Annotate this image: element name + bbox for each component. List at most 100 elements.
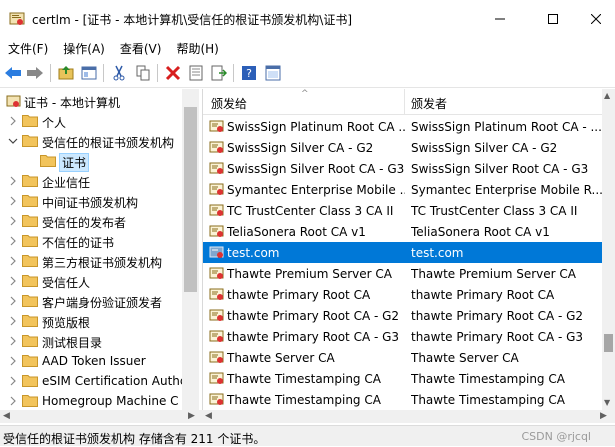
column-divider[interactable]	[404, 89, 405, 115]
tree-item[interactable]: Homegroup Machine C	[0, 391, 181, 410]
scroll-right-arrow-icon[interactable]: ▶	[188, 411, 195, 421]
certificate-row[interactable]: Symantec Enterprise Mobile ... Symantec E…	[203, 179, 603, 200]
forward-arrow-icon	[27, 67, 43, 79]
chevron-right-icon[interactable]	[8, 355, 18, 367]
scroll-right-arrow-icon[interactable]: ▶	[600, 411, 607, 421]
certificate-row[interactable]: SwissSign Platinum Root CA ... SwissSign …	[203, 116, 603, 137]
minimize-button[interactable]	[477, 0, 523, 38]
scroll-left-arrow-icon[interactable]: ◀	[205, 411, 212, 421]
tree-item-label: 测试根目录	[42, 336, 103, 350]
tree-scrollbar-thumb[interactable]	[184, 107, 197, 292]
certificate-icon	[209, 203, 224, 218]
chevron-right-icon[interactable]	[8, 175, 18, 187]
issued-by-cell: Thawte Premium Server CA	[411, 267, 576, 281]
chevron-down-icon[interactable]	[8, 135, 18, 147]
issued-to-cell: Thawte Timestamping CA	[227, 372, 381, 386]
tree-item[interactable]: 证书	[0, 151, 181, 172]
certificate-row[interactable]: SwissSign Silver CA - G2 SwissSign Silver…	[203, 137, 603, 158]
tree-root-label: 证书 - 本地计算机	[24, 96, 120, 110]
certificate-row[interactable]: TeliaSonera Root CA v1 TeliaSonera Root C…	[203, 221, 603, 242]
chevron-right-icon[interactable]	[8, 375, 18, 387]
tree-item[interactable]: AAD Token Issuer	[0, 351, 181, 371]
export-icon	[211, 65, 227, 81]
certificate-row[interactable]: Thawte Server CA Thawte Server CA	[203, 347, 603, 368]
certificate-row[interactable]: thawte Primary Root CA - G3 thawte Primar…	[203, 326, 603, 347]
chevron-right-icon[interactable]	[8, 295, 18, 307]
open-folder-icon	[22, 134, 38, 147]
list-scrollbar[interactable]: ▲ ▼	[602, 89, 615, 410]
certificate-row[interactable]: TC TrustCenter Class 3 CA II TC TrustCent…	[203, 200, 603, 221]
chevron-right-icon[interactable]	[8, 395, 18, 407]
chevron-right-icon[interactable]	[8, 315, 18, 327]
chevron-right-icon[interactable]	[8, 335, 18, 347]
menu-action[interactable]: 操作(A)	[55, 38, 112, 58]
folder-icon	[22, 354, 38, 367]
tree-item[interactable]: 受信任的根证书颁发机构	[0, 131, 181, 151]
list-scrollbar-thumb[interactable]	[604, 334, 613, 352]
horizontal-scrollbar[interactable]: ◀ ▶ ◀ ▶	[0, 410, 615, 423]
chevron-right-icon[interactable]	[8, 195, 18, 207]
console-button[interactable]	[264, 64, 282, 82]
chevron-right-icon[interactable]	[8, 215, 18, 227]
certificate-row[interactable]: test.com test.com	[203, 242, 603, 263]
window-title: certlm - [证书 - 本地计算机\受信任的根证书颁发机构\证书]	[32, 13, 353, 27]
menu-view[interactable]: 查看(V)	[112, 38, 169, 58]
tree-item[interactable]: 受信任的发布者	[0, 211, 181, 231]
delete-button[interactable]	[164, 64, 182, 82]
open-folder-icon	[40, 154, 56, 167]
issued-to-cell: thawte Primary Root CA - G2	[227, 309, 400, 323]
folder-icon	[22, 314, 38, 327]
help-button[interactable]: ?	[240, 64, 258, 82]
certificate-row[interactable]: SwissSign Silver Root CA - G3 SwissSign S…	[203, 158, 603, 179]
tree-item[interactable]: 企业信任	[0, 171, 181, 191]
tree-item[interactable]: 不信任的证书	[0, 231, 181, 251]
scroll-down-arrow-icon[interactable]: ▼	[604, 398, 610, 407]
tree-item[interactable]: eSIM Certification Authc	[0, 371, 186, 391]
issued-by-cell: Thawte Timestamping CA	[411, 393, 565, 407]
tree-root[interactable]: 证书 - 本地计算机	[0, 91, 181, 111]
tree-item[interactable]: 第三方根证书颁发机构	[0, 251, 181, 271]
maximize-button[interactable]	[530, 0, 576, 38]
menu-help[interactable]: 帮助(H)	[168, 38, 225, 58]
delete-icon	[165, 65, 181, 81]
certlm-window: certlm - [证书 - 本地计算机\受信任的根证书颁发机构\证书] 文件(…	[0, 0, 615, 446]
tree-item[interactable]: 客户端身份验证颁发者	[0, 291, 181, 311]
chevron-right-icon[interactable]	[8, 275, 18, 287]
chevron-right-icon[interactable]	[8, 235, 18, 247]
back-button[interactable]	[4, 64, 22, 82]
copy-button[interactable]	[134, 64, 152, 82]
title-bar: certlm - [证书 - 本地计算机\受信任的根证书颁发机构\证书]	[0, 0, 615, 38]
menu-file[interactable]: 文件(F)	[0, 38, 55, 58]
certificate-row[interactable]: thawte Primary Root CA - G2 thawte Primar…	[203, 305, 603, 326]
certificate-icon	[209, 119, 224, 134]
cut-button[interactable]	[110, 64, 128, 82]
tree-item[interactable]: 个人	[0, 111, 181, 131]
column-issued-by[interactable]: 颁发者	[411, 95, 447, 112]
tree-item[interactable]: 受信任人	[0, 271, 181, 291]
certificate-row[interactable]: Thawte Timestamping CA Thawte Timestampin…	[203, 389, 603, 410]
cut-icon	[113, 65, 125, 81]
issued-to-cell: Thawte Server CA	[227, 351, 335, 365]
tree-item[interactable]: 测试根目录	[0, 331, 181, 351]
certificate-row[interactable]: Thawte Timestamping CA Thawte Timestampin…	[203, 368, 603, 389]
scroll-up-arrow-icon[interactable]: ▲	[604, 91, 610, 100]
show-hide-tree-button[interactable]	[80, 64, 98, 82]
chevron-right-icon[interactable]	[8, 115, 18, 127]
close-button[interactable]	[573, 0, 615, 38]
chevron-right-icon[interactable]	[8, 255, 18, 267]
tree-item[interactable]: 预览版根	[0, 311, 181, 331]
back-arrow-icon	[5, 67, 21, 79]
properties-button[interactable]	[187, 64, 205, 82]
folder-icon	[22, 194, 38, 207]
issued-to-cell: SwissSign Silver CA - G2	[227, 141, 374, 155]
certificate-row[interactable]: thawte Primary Root CA thawte Primary Roo…	[203, 284, 603, 305]
tree-item[interactable]: 中间证书颁发机构	[0, 191, 181, 211]
tree-scrollbar[interactable]	[182, 89, 199, 410]
up-level-button[interactable]	[57, 64, 75, 82]
column-issued-to[interactable]: 颁发给	[211, 95, 247, 112]
export-list-button[interactable]	[210, 64, 228, 82]
forward-button[interactable]	[26, 64, 44, 82]
certificate-row[interactable]: Thawte Premium Server CA Thawte Premium S…	[203, 263, 603, 284]
scroll-left-arrow-icon[interactable]: ◀	[3, 411, 10, 421]
issued-to-cell: SwissSign Platinum Root CA ...	[227, 120, 405, 134]
